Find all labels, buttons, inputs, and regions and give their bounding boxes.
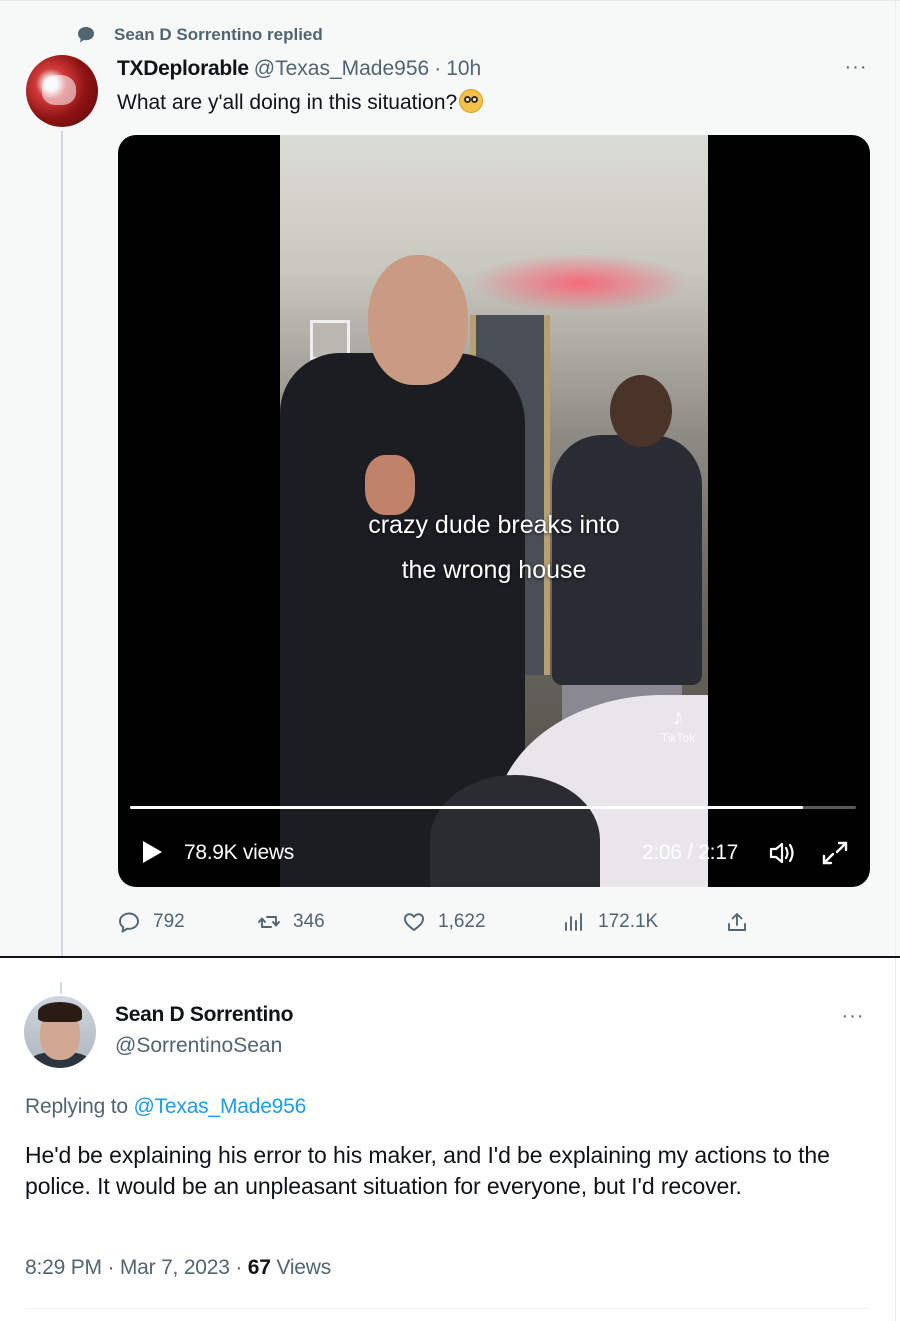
tweet-meta: 8:29 PM · Mar 7, 2023 · 67 Views — [25, 1256, 331, 1280]
person-head — [610, 375, 672, 447]
parent-tweet[interactable]: Sean D Sorrentino replied TXDeplorable @… — [0, 0, 900, 956]
video-controls: 78.9K views 2:06 / 2:17 — [118, 833, 870, 873]
views-button[interactable]: 172.1K — [562, 906, 658, 938]
tweet-text: He'd be explaining his error to his make… — [25, 1142, 830, 1199]
social-context-text[interactable]: Sean D Sorrentino replied — [114, 25, 323, 45]
author-handle[interactable]: @SorrentinoSean — [115, 1034, 282, 1058]
tweet-header: TXDeplorable @Texas_Made956 · 10h — [117, 55, 481, 83]
video-frame[interactable]: crazy dude breaks into the wrong house ♪… — [280, 135, 708, 887]
fullscreen-icon — [822, 841, 848, 865]
social-context: Sean D Sorrentino replied — [76, 23, 323, 47]
tiktok-icon: ♪ — [672, 704, 684, 731]
avatar-hair — [38, 1002, 82, 1022]
retweet-button[interactable]: 346 — [257, 906, 325, 938]
views-label: Views — [270, 1256, 332, 1279]
like-count: 1,622 — [438, 911, 486, 932]
panel-border — [895, 958, 896, 1321]
video-time: 2:06 / 2:17 — [642, 841, 738, 864]
thread-line — [60, 982, 62, 994]
panel-border — [895, 1, 896, 956]
retweet-count: 346 — [293, 911, 325, 932]
reply-button[interactable]: 792 — [117, 906, 185, 938]
retweet-icon — [258, 916, 280, 928]
heart-icon — [404, 913, 424, 931]
reply-tweet[interactable]: Sean D Sorrentino @SorrentinoSean ··· Re… — [0, 958, 900, 1321]
author-name[interactable]: Sean D Sorrentino — [115, 1003, 293, 1027]
tweet-text: What are y'all doing in this situation? — [117, 89, 484, 115]
volume-button[interactable] — [768, 839, 798, 867]
play-button[interactable] — [140, 839, 164, 865]
video-player[interactable]: crazy dude breaks into the wrong house ♪… — [118, 135, 870, 887]
video-progress-bar[interactable] — [130, 806, 856, 809]
share-button[interactable] — [725, 906, 749, 938]
reply-count: 792 — [153, 911, 185, 932]
tweet-actions: 792 346 1,622 172.1K — [117, 906, 757, 938]
more-options-button[interactable]: ··· — [838, 1004, 868, 1028]
divider — [25, 1308, 868, 1309]
more-options-button[interactable]: ··· — [841, 55, 871, 79]
reply-icon — [119, 912, 139, 933]
separator: · — [434, 57, 442, 80]
replying-to: Replying to @Texas_Made956 — [25, 1095, 306, 1119]
avatar[interactable] — [24, 996, 96, 1068]
tiktok-watermark: ♪ TikTok — [648, 704, 708, 746]
video-views: 78.9K views — [184, 841, 294, 864]
tweet-text-content: What are y'all doing in this situation? — [117, 91, 458, 114]
ceiling-light — [470, 253, 690, 313]
speech-bubble-icon — [76, 25, 96, 45]
watermark-text: TikTok — [660, 731, 696, 745]
caption-line-2: the wrong house — [401, 556, 587, 584]
caption-line-1: crazy dude breaks into — [368, 511, 620, 539]
man-head — [368, 255, 468, 385]
video-caption: crazy dude breaks into the wrong house — [280, 503, 708, 593]
timestamp[interactable]: 8:29 PM · Mar 7, 2023 · — [25, 1256, 248, 1279]
video-progress-fill — [130, 806, 803, 809]
thread-line — [61, 131, 63, 956]
analytics-icon — [565, 913, 582, 931]
volume-icon — [769, 842, 794, 864]
fullscreen-button[interactable] — [820, 839, 850, 867]
flushed-face-emoji — [459, 89, 484, 113]
replying-to-link[interactable]: @Texas_Made956 — [134, 1095, 307, 1118]
author-name[interactable]: TXDeplorable — [117, 57, 249, 81]
play-icon — [143, 841, 162, 863]
views-count[interactable]: 67 — [248, 1256, 271, 1279]
tweet-time[interactable]: 10h — [446, 57, 481, 81]
replying-to-label: Replying to — [25, 1095, 134, 1118]
share-icon — [728, 913, 746, 931]
like-button[interactable]: 1,622 — [402, 906, 486, 938]
views-count: 172.1K — [598, 911, 659, 932]
avatar[interactable] — [26, 55, 98, 127]
author-handle[interactable]: @Texas_Made956 — [254, 57, 429, 81]
